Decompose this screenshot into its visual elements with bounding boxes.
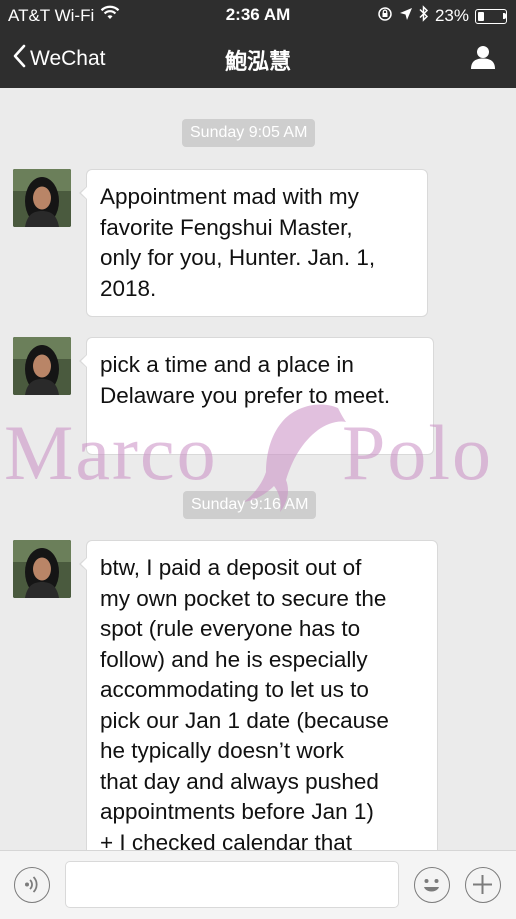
profile-button[interactable] — [470, 44, 496, 75]
timestamp: Sunday 9:05 AM — [182, 119, 316, 147]
message-bubble[interactable]: pick a time and a place in Delaware you … — [79, 337, 434, 455]
message-line: appointments before Jan 1) — [100, 799, 374, 824]
bluetooth-icon — [419, 5, 429, 27]
message-line: my own pocket to secure the — [100, 585, 387, 611]
location-icon — [399, 6, 413, 26]
emoji-icon — [415, 868, 448, 906]
message-line: 2018. — [100, 275, 157, 301]
message-line: btw, I paid a deposit out of — [100, 555, 362, 580]
message-line: accommodating to let us to — [100, 677, 369, 702]
timestamp: Sunday 9:16 AM — [183, 491, 317, 519]
message-line: that day and always pushed — [100, 768, 379, 794]
avatar[interactable] — [13, 540, 71, 598]
message-line: Delaware you prefer to meet. — [100, 382, 391, 408]
plus-icon — [466, 868, 499, 906]
voice-button[interactable] — [14, 867, 50, 903]
battery-percent: 23% — [434, 6, 469, 25]
chat-area[interactable]: Sunday 9:05 AM Appointment mad with my f… — [0, 88, 516, 850]
orientation-lock-icon — [377, 6, 393, 27]
avatar[interactable] — [13, 169, 71, 227]
message-line: pick our Jan 1 date (because — [100, 707, 389, 733]
message-input[interactable] — [65, 861, 399, 908]
avatar[interactable] — [13, 337, 71, 395]
message-line: pick a time and a place in — [100, 352, 354, 377]
add-button[interactable] — [465, 867, 501, 903]
message-line: Appointment mad with my — [100, 184, 359, 209]
person-icon — [470, 46, 496, 74]
emoji-button[interactable] — [414, 867, 450, 903]
input-bar — [0, 850, 516, 919]
status-bar: AT&T Wi-Fi 2:36 AM 23% — [0, 0, 516, 30]
message-bubble[interactable]: Appointment mad with my favorite Fengshu… — [79, 169, 428, 317]
message-line: follow) and he is especially — [100, 646, 368, 672]
message-line: favorite Fengshui Master, — [100, 214, 353, 240]
voice-icon — [15, 868, 48, 906]
message-bubble[interactable]: btw, I paid a deposit out of my own pock… — [79, 540, 438, 851]
message-line: only for you, Hunter. Jan. 1, — [100, 245, 376, 270]
message-line: + I checked calendar that — [100, 829, 353, 851]
battery-icon — [475, 8, 507, 24]
message-line: spot (rule everyone has to — [100, 616, 361, 641]
chat-title: 鮑泓慧 — [224, 49, 291, 74]
message-line: he typically doesn’t work — [100, 738, 344, 763]
nav-bar: WeChat 鮑泓慧 — [0, 30, 516, 88]
